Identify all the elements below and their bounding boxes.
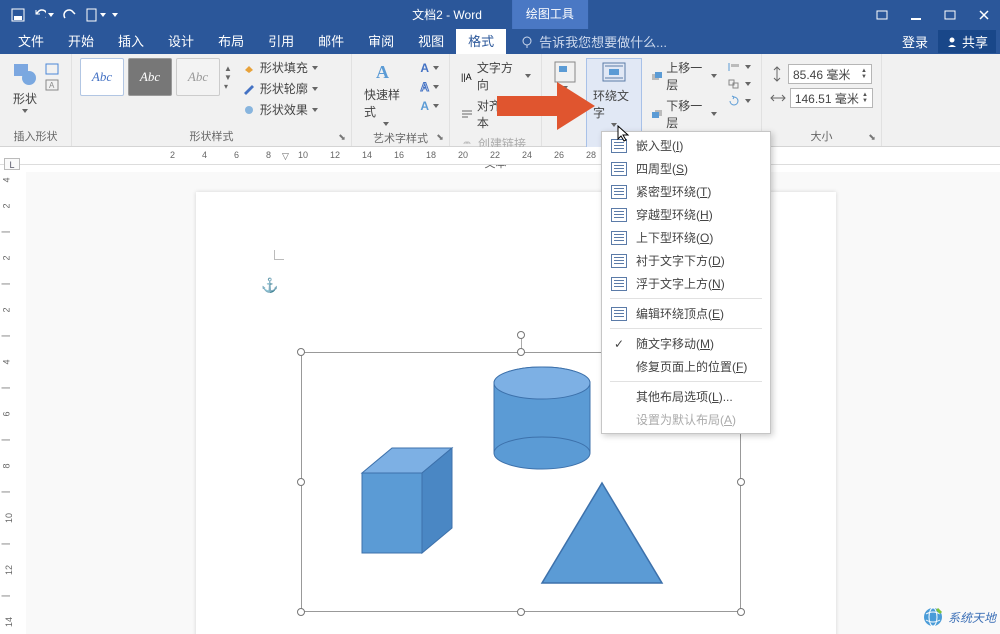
tab-design[interactable]: 设计 — [156, 29, 206, 54]
send-backward-button[interactable]: 下移一层 — [648, 96, 719, 132]
edit-shape-icon[interactable] — [44, 62, 62, 76]
dd-edit-points[interactable]: 编辑环绕顶点(E) — [602, 302, 770, 325]
text-fill-icon[interactable]: A — [418, 60, 441, 76]
quick-access-toolbar — [0, 5, 118, 25]
wordart-launcher[interactable]: ⬊ — [433, 130, 447, 144]
dd-through[interactable]: 穿越型环绕(H) — [602, 203, 770, 226]
text-direction-icon: ||A — [460, 70, 473, 82]
svg-text:||A: ||A — [461, 72, 472, 82]
dd-front[interactable]: 浮于文字上方(N) — [602, 272, 770, 295]
align-text-button[interactable]: 对齐文本 — [458, 96, 533, 132]
tab-format[interactable]: 格式 — [456, 29, 506, 54]
dd-more-layout[interactable]: 其他布局选项(L)... — [602, 385, 770, 408]
bring-forward-icon — [650, 70, 662, 82]
height-input[interactable]: 85.46 毫米▲▼ — [788, 64, 872, 84]
wordart-icon: A — [373, 60, 399, 84]
ribbon: 形状 A 插入形状 Abc Abc Abc ▲▼▾ 形状填充 形状轮廓 形状效果 — [0, 54, 1000, 147]
shapes-icon — [12, 60, 38, 88]
group-wordart-styles: A 快速样式 A A A 艺术字样式 ⬊ — [352, 54, 450, 146]
cursor-icon — [617, 125, 631, 146]
ribbon-tabs: 文件 开始 插入 设计 布局 引用 邮件 审阅 视图 格式 告诉我您想要做什么.… — [0, 29, 1000, 54]
shape-styles-launcher[interactable]: ⬊ — [335, 130, 349, 144]
tab-references[interactable]: 引用 — [256, 29, 306, 54]
anchor-icon: ⚓ — [261, 277, 278, 294]
shape-fill-button[interactable]: 形状填充 — [240, 58, 320, 77]
person-icon — [946, 36, 958, 48]
group-size: 85.46 毫米▲▼ 146.51 毫米▲▼ 大小 ⬊ — [762, 54, 882, 146]
shape-style-3[interactable]: Abc — [176, 58, 220, 96]
rotate-objects-icon[interactable] — [725, 94, 753, 108]
width-input[interactable]: 146.51 毫米▲▼ — [790, 88, 873, 108]
document-area: ⚓ — [26, 172, 1000, 634]
tab-file[interactable]: 文件 — [6, 29, 56, 54]
minimize-icon[interactable] — [906, 5, 926, 25]
tab-home[interactable]: 开始 — [56, 29, 106, 54]
login-link[interactable]: 登录 — [902, 32, 928, 51]
align-objects-icon[interactable] — [725, 60, 753, 74]
text-effects-icon[interactable]: A — [418, 98, 441, 114]
undo-icon[interactable] — [34, 5, 54, 25]
bring-forward-button[interactable]: 上移一层 — [648, 58, 719, 94]
close-icon[interactable] — [974, 5, 994, 25]
wrap-text-dropdown: 嵌入型(I) 四周型(S) 紧密型环绕(T) 穿越型环绕(H) 上下型环绕(O)… — [601, 131, 771, 434]
tab-insert[interactable]: 插入 — [106, 29, 156, 54]
dd-move-with-text[interactable]: ✓随文字移动(M) — [602, 332, 770, 355]
shape-effects-button[interactable]: 形状效果 — [240, 100, 320, 119]
rotate-handle[interactable] — [517, 331, 525, 339]
title-bar: 文档2 - Word 绘图工具 — [0, 0, 1000, 29]
position-button[interactable] — [550, 58, 580, 153]
shape-style-1[interactable]: Abc — [80, 58, 124, 96]
effects-icon — [242, 104, 256, 116]
size-launcher[interactable]: ⬊ — [865, 130, 879, 144]
watermark: 系统天地 — [922, 606, 996, 628]
svg-text:A: A — [49, 81, 55, 90]
shape-style-2[interactable]: Abc — [128, 58, 172, 96]
dd-topbottom[interactable]: 上下型环绕(O) — [602, 226, 770, 249]
ruler-corner: L — [4, 158, 20, 170]
ribbon-options-icon[interactable] — [872, 5, 892, 25]
bulb-icon — [520, 35, 534, 49]
pen-icon — [242, 83, 256, 95]
send-backward-icon — [650, 108, 662, 120]
align-icon — [460, 108, 473, 120]
dd-fix-position[interactable]: 修复页面上的位置(F) — [602, 355, 770, 378]
redo-icon[interactable] — [60, 5, 80, 25]
shape-outline-button[interactable]: 形状轮廓 — [240, 79, 320, 98]
position-icon — [553, 60, 577, 84]
document-title: 文档2 - Word — [412, 6, 482, 23]
width-icon — [770, 91, 786, 105]
globe-icon — [922, 606, 944, 628]
quick-styles-button[interactable]: A 快速样式 — [360, 58, 412, 128]
svg-text:A: A — [376, 62, 389, 82]
dd-tight[interactable]: 紧密型环绕(T) — [602, 180, 770, 203]
shape-style-gallery[interactable]: Abc Abc Abc ▲▼▾ — [80, 58, 232, 96]
dd-behind[interactable]: 衬于文字下方(D) — [602, 249, 770, 272]
paint-bucket-icon — [242, 62, 256, 74]
group-objects-icon[interactable] — [725, 77, 753, 91]
group-shape-styles: Abc Abc Abc ▲▼▾ 形状填充 形状轮廓 形状效果 形状样式 ⬊ — [72, 54, 352, 146]
tab-layout[interactable]: 布局 — [206, 29, 256, 54]
tab-mailings[interactable]: 邮件 — [306, 29, 356, 54]
share-button[interactable]: 共享 — [938, 30, 996, 53]
text-box-icon[interactable]: A — [44, 78, 62, 92]
text-outline-icon[interactable]: A — [418, 79, 441, 95]
wrap-text-icon — [601, 61, 627, 85]
group-text: ||A文字方向 对齐文本 创建链接 文本 — [450, 54, 542, 146]
height-icon — [770, 66, 784, 82]
maximize-icon[interactable] — [940, 5, 960, 25]
dd-set-default: 设置为默认布局(A) — [602, 408, 770, 431]
text-direction-button[interactable]: ||A文字方向 — [458, 58, 533, 94]
group-insert-shapes: 形状 A 插入形状 — [0, 54, 72, 146]
horizontal-ruler: ▽ /* ticks rendered below */ 24681012141… — [0, 147, 1000, 165]
tell-me-search[interactable]: 告诉我您想要做什么... — [520, 32, 667, 51]
tab-view[interactable]: 视图 — [406, 29, 456, 54]
dd-square[interactable]: 四周型(S) — [602, 157, 770, 180]
vertical-ruler: 42|2|2|4|6|8|10|12|14 — [4, 175, 22, 634]
shapes-button[interactable]: 形状 — [8, 58, 42, 115]
new-doc-icon[interactable] — [86, 5, 106, 25]
tab-review[interactable]: 审阅 — [356, 29, 406, 54]
save-icon[interactable] — [8, 5, 28, 25]
contextual-tab-drawing[interactable]: 绘图工具 — [512, 0, 588, 29]
